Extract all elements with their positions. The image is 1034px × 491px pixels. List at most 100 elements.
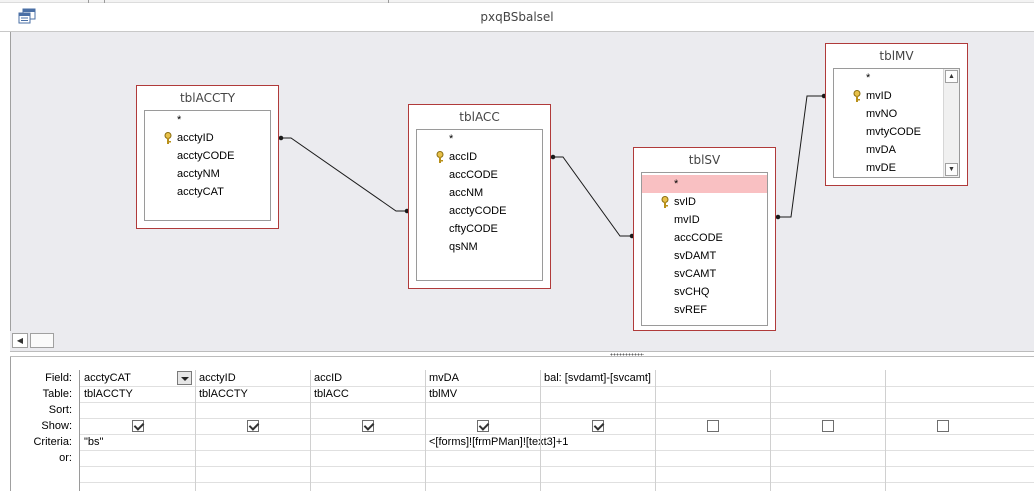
grid-cell-table[interactable] [885,387,1000,402]
field-item[interactable]: svDAMT [642,247,716,265]
diagram-horizontal-scrollbar[interactable]: ◀ [10,331,1034,351]
field-item[interactable]: mvNO [834,105,897,123]
grid-cell-sort[interactable] [195,403,310,418]
grid-cell-criteria[interactable] [195,435,310,450]
grid-cell-criteria[interactable] [655,435,770,450]
query-design-grid[interactable]: Field: Table: Sort: Show: Criteria: or: … [10,357,1034,491]
grid-cell-table[interactable] [655,387,770,402]
field-list-scrollbar[interactable]: ▲ ▼ [943,69,959,177]
show-checkbox[interactable] [361,420,374,432]
field-item[interactable]: acctyID [145,129,214,147]
grid-cell-or[interactable] [425,451,540,466]
row-label-sort: Sort: [48,404,72,416]
grid-cell-criteria[interactable] [310,435,425,450]
field-item[interactable]: accCODE [642,229,723,247]
grid-cell-or[interactable] [80,451,195,466]
scroll-thumb[interactable] [30,333,54,348]
grid-cell-table[interactable] [540,387,655,402]
show-checkbox[interactable] [821,420,834,432]
grid-cell-table[interactable]: tblACCTY [80,387,195,402]
dropdown-arrow-icon[interactable] [177,371,192,385]
field-item[interactable]: mvDE [834,159,896,177]
grid-cell-or[interactable] [195,451,310,466]
field-item[interactable]: mvDA [834,141,896,159]
grid-cell-or[interactable] [770,451,885,466]
window-title: pxqBSbalsel [480,10,554,24]
show-checkbox[interactable] [706,420,719,432]
grid-cell-table[interactable]: tblMV [425,387,540,402]
scroll-left-arrow-icon[interactable]: ◀ [12,333,28,348]
field-item[interactable]: svCAMT [642,265,716,283]
grid-cell-table[interactable] [770,387,885,402]
left-margin [0,32,10,491]
grid-cell-or[interactable] [655,451,770,466]
show-checkbox[interactable] [936,420,949,432]
grid-cell-field[interactable]: mvDA [425,371,540,386]
field-list[interactable]: * acctyID acctyCODE acctyNM acctyCAT [144,110,271,221]
grid-cell-or[interactable] [540,451,655,466]
splitter-grip-icon[interactable] [610,353,644,356]
field-item[interactable]: acctyCAT [145,183,224,201]
grid-cell-sort[interactable] [540,403,655,418]
grid-cell-or[interactable] [310,451,425,466]
grid-cell-criteria[interactable] [885,435,1000,450]
row-label-criteria: Criteria: [33,436,72,448]
grid-cell-criteria[interactable] [540,435,655,450]
grid-cell-table[interactable]: tblACC [310,387,425,402]
table-tblSV[interactable]: tblSV * svID mvID accCODE svDAMT svCAMT … [633,147,776,331]
table-tblMV[interactable]: tblMV * mvID mvNO mvtyCODE mvDA mvDE ▲ ▼ [825,43,968,186]
grid-cell-field[interactable]: acctyID [195,371,310,386]
grid-cell-field[interactable] [770,371,885,386]
scroll-up-arrow-icon[interactable]: ▲ [945,70,958,83]
table-tblACC[interactable]: tblACC * accID accCODE accNM acctyCODE c… [408,104,551,289]
field-item[interactable]: accNM [417,184,483,202]
show-checkbox[interactable] [476,420,489,432]
grid-cell-sort[interactable] [425,403,540,418]
field-label: mvID [866,90,892,102]
grid-cell-sort[interactable] [310,403,425,418]
scroll-down-arrow-icon[interactable]: ▼ [945,163,958,176]
grid-cell-field[interactable]: accID [310,371,425,386]
grid-cell-criteria[interactable] [770,435,885,450]
field-item[interactable]: * [145,111,181,129]
grid-cell-field[interactable] [885,371,1000,386]
show-checkbox[interactable] [131,420,144,432]
field-item[interactable]: svCHQ [642,283,709,301]
show-checkbox[interactable] [591,420,604,432]
grid-cell-sort[interactable] [655,403,770,418]
field-item[interactable]: qsNM [417,238,478,256]
grid-cell-or[interactable] [885,451,1000,466]
grid-cell-table[interactable]: tblACCTY [195,387,310,402]
field-item[interactable]: svREF [642,301,707,319]
field-item[interactable]: accCODE [417,166,498,184]
grid-columns-area[interactable]: acctyCAT tblACCTY "bs" acctyID tblACCTY accID… [79,370,1034,491]
field-item[interactable]: mvtyCODE [834,123,921,141]
show-checkbox[interactable] [246,420,259,432]
field-item[interactable]: * [417,130,453,148]
grid-cell-field[interactable] [655,371,770,386]
field-item[interactable]: svID [642,193,696,211]
field-item[interactable]: acctyCODE [145,147,234,165]
grid-row-line [80,482,1034,483]
field-list[interactable]: * mvID mvNO mvtyCODE mvDA mvDE ▲ ▼ [833,68,960,178]
join-line-sv-mv [776,95,825,218]
field-item[interactable]: cftyCODE [417,220,498,238]
table-title: tblSV [688,153,721,167]
grid-cell-field[interactable]: bal: [svdamt]-[svcamt] [540,371,655,386]
field-item[interactable]: * [834,69,870,87]
row-label-show: Show: [41,420,72,432]
field-item[interactable]: acctyCODE [417,202,506,220]
field-item[interactable]: accID [417,148,477,166]
field-item[interactable]: mvID [642,211,700,229]
field-item[interactable]: mvID [834,87,892,105]
table-tblACCTY[interactable]: tblACCTY * acctyID acctyCODE acctyNM acc… [136,85,279,229]
table-diagram-pane[interactable]: tblACCTY * acctyID acctyCODE acctyNM acc… [10,32,1034,331]
field-item-selected[interactable]: * [642,175,767,193]
grid-cell-sort[interactable] [885,403,1000,418]
grid-cell-criteria[interactable]: "bs" [80,435,195,450]
field-list[interactable]: * accID accCODE accNM acctyCODE cftyCODE… [416,129,543,281]
grid-cell-sort[interactable] [770,403,885,418]
field-item[interactable]: acctyNM [145,165,220,183]
grid-cell-sort[interactable] [80,403,195,418]
field-list[interactable]: * svID mvID accCODE svDAMT svCAMT svCHQ … [641,172,768,326]
